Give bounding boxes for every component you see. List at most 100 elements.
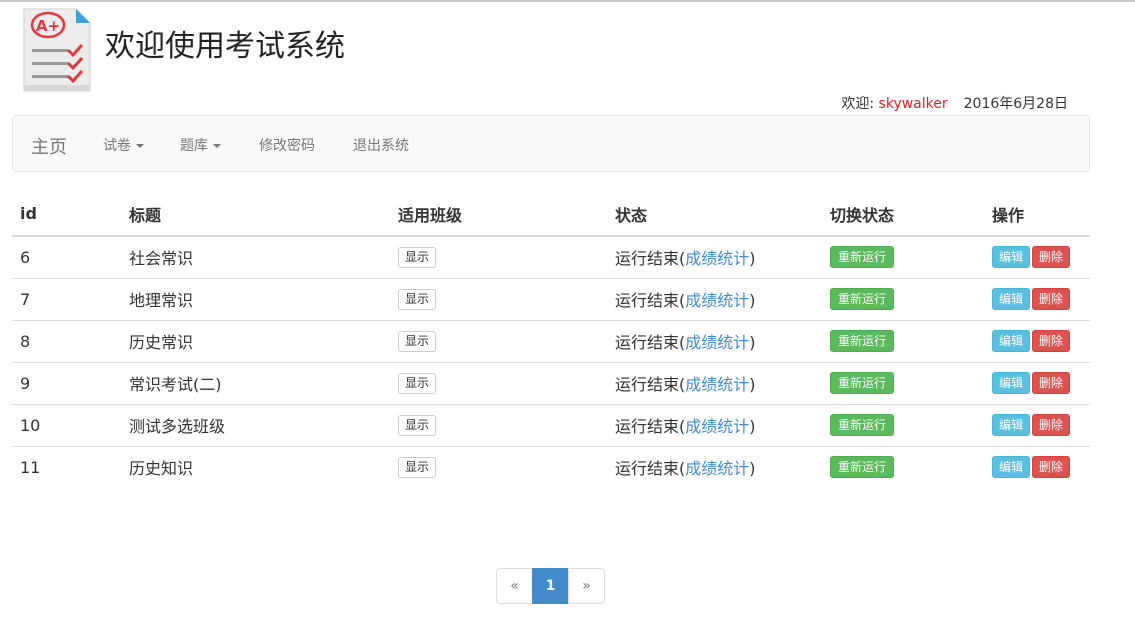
cell-class: 显示 xyxy=(390,403,607,446)
status-close: ) xyxy=(749,249,756,269)
status-close: ) xyxy=(749,459,756,479)
status-close: ) xyxy=(749,333,756,352)
delete-button[interactable]: 删除 xyxy=(1032,456,1071,479)
welcome-bar: 欢迎: skywalker 2016年6月28日 xyxy=(841,93,1068,113)
table-row: 8 历史常识 显示 运行结束(成绩统计) 重新运行 编辑 删除 xyxy=(12,319,1090,362)
rerun-button[interactable]: 重新运行 xyxy=(830,288,895,310)
caret-down-icon xyxy=(213,144,221,148)
page-next-button[interactable]: » xyxy=(568,568,605,604)
header: A+ 欢迎使用考试系统 欢迎: skywalker 2016年6月28日 xyxy=(20,5,1100,115)
cell-actions: 编辑 删除 xyxy=(984,319,1090,362)
nav-papers-label: 试卷 xyxy=(103,138,131,154)
cell-status: 运行结束(成绩统计) xyxy=(607,319,822,362)
exam-logo-icon: A+ xyxy=(23,8,91,92)
nav-logout[interactable]: 退出系统 xyxy=(353,135,409,155)
delete-button[interactable]: 删除 xyxy=(1032,330,1071,352)
status-text: 运行结束( xyxy=(615,249,686,269)
table-row: 9 常识考试(二) 显示 运行结束(成绩统计) 重新运行 编辑 删除 xyxy=(12,361,1090,404)
show-classes-button[interactable]: 显示 xyxy=(398,289,437,310)
cell-actions: 编辑 删除 xyxy=(984,277,1090,320)
show-classes-button[interactable]: 显示 xyxy=(398,331,437,352)
table-header-row: id 标题 适用班级 状态 切换状态 操作 xyxy=(12,192,1090,237)
col-header-status: 状态 xyxy=(607,192,822,237)
cell-class: 显示 xyxy=(390,236,607,278)
edit-button[interactable]: 编辑 xyxy=(992,456,1031,479)
rerun-button[interactable]: 重新运行 xyxy=(830,372,895,394)
rerun-button[interactable]: 重新运行 xyxy=(830,414,895,436)
show-classes-button[interactable]: 显示 xyxy=(398,373,437,394)
cell-id: 6 xyxy=(20,247,31,267)
status-close: ) xyxy=(749,417,756,436)
nav-question-bank-dropdown[interactable]: 题库 xyxy=(180,135,221,155)
cell-status: 运行结束(成绩统计) xyxy=(607,361,822,404)
cell-title: 测试多选班级 xyxy=(121,403,390,446)
status-text: 运行结束( xyxy=(615,291,686,310)
col-header-toggle: 切换状态 xyxy=(822,192,984,237)
rerun-button[interactable]: 重新运行 xyxy=(830,330,895,352)
show-classes-button[interactable]: 显示 xyxy=(398,457,437,479)
username: skywalker xyxy=(878,96,948,112)
table-row: 11 历史知识 显示 运行结束(成绩统计) 重新运行 编辑 删除 xyxy=(12,445,1090,488)
status-close: ) xyxy=(749,375,756,394)
rerun-button[interactable]: 重新运行 xyxy=(830,246,895,269)
cell-id: 10 xyxy=(12,403,121,446)
edit-button[interactable]: 编辑 xyxy=(992,330,1031,352)
score-stats-link[interactable]: 成绩统计 xyxy=(685,417,749,436)
site-title: 欢迎使用考试系统 xyxy=(105,29,345,64)
edit-button[interactable]: 编辑 xyxy=(992,414,1031,436)
nav-question-bank-label: 题库 xyxy=(180,138,208,154)
cell-id: 11 xyxy=(12,445,121,488)
score-stats-link[interactable]: 成绩统计 xyxy=(685,459,749,478)
score-stats-link[interactable]: 成绩统计 xyxy=(685,333,749,352)
cell-id: 8 xyxy=(12,319,121,362)
exam-table: id 标题 适用班级 状态 切换状态 操作 6 社会常识 显示 运行结束(成绩统计) 重… xyxy=(12,192,1090,488)
cell-actions: 编辑 删除 xyxy=(984,445,1090,488)
cell-actions: 编辑 删除 xyxy=(984,236,1090,278)
table-row: 7 地理常识 显示 运行结束(成绩统计) 重新运行 编辑 删除 xyxy=(12,277,1090,320)
col-header-actions: 操作 xyxy=(984,192,1090,237)
delete-button[interactable]: 删除 xyxy=(1032,246,1071,269)
cell-toggle: 重新运行 xyxy=(822,361,984,404)
table-row: 10 测试多选班级 显示 运行结束(成绩统计) 重新运行 编辑 删除 xyxy=(12,403,1090,446)
current-date: 2016年6月28日 xyxy=(963,96,1068,112)
edit-button[interactable]: 编辑 xyxy=(992,372,1031,394)
caret-down-icon xyxy=(136,144,144,148)
score-stats-link[interactable]: 成绩统计 xyxy=(685,291,749,310)
status-close: ) xyxy=(749,291,756,310)
col-header-class: 适用班级 xyxy=(390,192,607,237)
col-header-title: 标题 xyxy=(121,192,390,237)
show-classes-button[interactable]: 显示 xyxy=(398,415,437,436)
status-text: 运行结束( xyxy=(615,375,686,394)
cell-title: 历史常识 xyxy=(121,319,390,362)
delete-button[interactable]: 删除 xyxy=(1032,414,1071,436)
cell-actions: 编辑 删除 xyxy=(984,361,1090,404)
show-classes-button[interactable]: 显示 xyxy=(398,247,437,269)
cell-toggle: 重新运行 xyxy=(822,403,984,446)
cell-class: 显示 xyxy=(390,445,607,488)
welcome-label: 欢迎: xyxy=(841,96,879,112)
cell-toggle: 重新运行 xyxy=(822,277,984,320)
table-row: 6 社会常识 显示 运行结束(成绩统计) 重新运行 编辑 删除 xyxy=(12,236,1090,278)
delete-button[interactable]: 删除 xyxy=(1032,288,1071,310)
edit-button[interactable]: 编辑 xyxy=(992,288,1031,310)
cell-title: 常识考试(二) xyxy=(121,361,390,404)
cell-toggle: 重新运行 xyxy=(822,445,984,488)
nav-change-password[interactable]: 修改密码 xyxy=(259,135,315,155)
score-stats-link[interactable]: 成绩统计 xyxy=(685,249,749,268)
cell-class: 显示 xyxy=(390,277,607,320)
status-text: 运行结束( xyxy=(615,333,686,352)
delete-button[interactable]: 删除 xyxy=(1032,372,1071,394)
cell-title: 社会常识 xyxy=(129,249,194,269)
col-header-id: id xyxy=(12,192,121,237)
cell-title: 历史知识 xyxy=(121,445,390,488)
nav-home-brand[interactable]: 主页 xyxy=(31,133,67,159)
rerun-button[interactable]: 重新运行 xyxy=(830,456,895,479)
edit-button[interactable]: 编辑 xyxy=(992,246,1031,269)
cell-id: 7 xyxy=(12,277,121,320)
cell-title: 地理常识 xyxy=(121,277,390,320)
page-current-button[interactable]: 1 xyxy=(532,568,569,604)
page-prev-button[interactable]: « xyxy=(496,568,533,604)
score-stats-link[interactable]: 成绩统计 xyxy=(685,375,749,394)
nav-papers-dropdown[interactable]: 试卷 xyxy=(103,135,144,155)
cell-toggle: 重新运行 xyxy=(822,236,984,278)
